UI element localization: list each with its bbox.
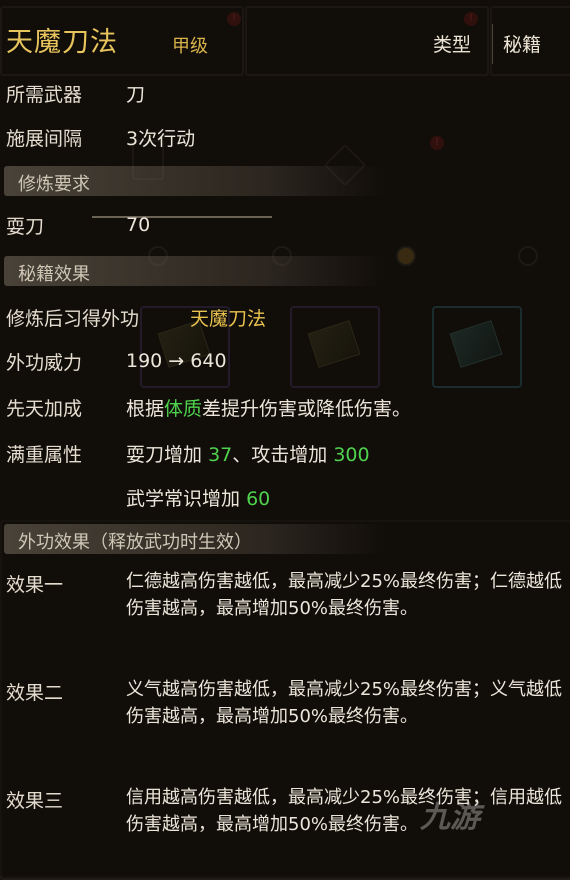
max-attr-b: 、攻击增加 bbox=[232, 444, 328, 466]
innate-prefix: 根据 bbox=[126, 398, 165, 420]
effect-3-label: 效果三 bbox=[6, 790, 64, 812]
skill-req-label: 耍刀 bbox=[6, 216, 45, 238]
skill-req-value: 70 bbox=[126, 214, 151, 236]
max-attr-line1: 耍刀增加 37、攻击增加 300 bbox=[126, 440, 370, 467]
innate-highlight: 体质 bbox=[164, 398, 203, 420]
section-external: 外功效果（释放武功时生效） bbox=[4, 524, 384, 554]
max-attr-b-value: 300 bbox=[333, 444, 370, 466]
section-requirements-title: 修炼要求 bbox=[18, 174, 90, 195]
learn-label: 修炼后习得外功 bbox=[6, 308, 140, 330]
tab-secret[interactable]: 秘籍 bbox=[503, 30, 541, 57]
effect-1-text: 仁德越高伤害越低，最高减少25%最终伤害；仁德越低伤害越高，最高增加50%最终伤… bbox=[126, 571, 563, 619]
max-attr-line2: 武学常识增加 60 bbox=[126, 484, 270, 511]
max-attr-c: 武学常识增加 bbox=[126, 488, 241, 510]
effect-2-label: 效果二 bbox=[6, 682, 64, 704]
innate-label: 先天加成 bbox=[6, 398, 83, 420]
interval-value: 3次行动 bbox=[126, 128, 196, 150]
watermark-logo: 九游 bbox=[420, 800, 480, 835]
max-attr-c-value: 60 bbox=[246, 488, 271, 510]
skill-detail-panel: 天魔刀法 甲级 类型 秘籍 所需武器 刀 施展间隔 3次行动 修炼要求 耍刀 7… bbox=[0, 0, 570, 876]
tab-divider bbox=[492, 24, 493, 64]
effect-3-text: 信用越高伤害越低，最高减少25%最终伤害；信用越低伤害越高，最高增加50%最终伤… bbox=[126, 787, 563, 835]
divider-line bbox=[92, 216, 272, 218]
effect-2-text: 义气越高伤害越低，最高减少25%最终伤害；义气越低伤害越高，最高增加50%最终伤… bbox=[126, 679, 563, 727]
required-weapon-label: 所需武器 bbox=[6, 84, 83, 106]
max-attr-label: 满重属性 bbox=[6, 444, 83, 466]
section-requirements: 修炼要求 bbox=[4, 166, 384, 196]
skill-title: 天魔刀法 bbox=[6, 27, 118, 58]
section-external-title: 外功效果（释放武功时生效） bbox=[18, 532, 252, 553]
power-value: 190 → 640 bbox=[126, 350, 227, 372]
section-effects: 秘籍效果 bbox=[4, 256, 384, 286]
innate-suffix: 差提升伤害或降低伤害。 bbox=[202, 398, 412, 420]
effect-1-label: 效果一 bbox=[6, 574, 64, 596]
tab-type[interactable]: 类型 bbox=[433, 30, 471, 57]
innate-value: 根据体质差提升伤害或降低伤害。 bbox=[126, 394, 411, 421]
max-attr-a: 耍刀增加 bbox=[126, 444, 203, 466]
interval-label: 施展间隔 bbox=[6, 128, 83, 150]
skill-grade: 甲级 bbox=[172, 36, 208, 57]
required-weapon-value: 刀 bbox=[126, 84, 146, 106]
section-effects-title: 秘籍效果 bbox=[18, 264, 90, 285]
power-label: 外功威力 bbox=[6, 352, 83, 374]
learn-value: 天魔刀法 bbox=[190, 308, 267, 330]
max-attr-a-value: 37 bbox=[208, 444, 233, 466]
